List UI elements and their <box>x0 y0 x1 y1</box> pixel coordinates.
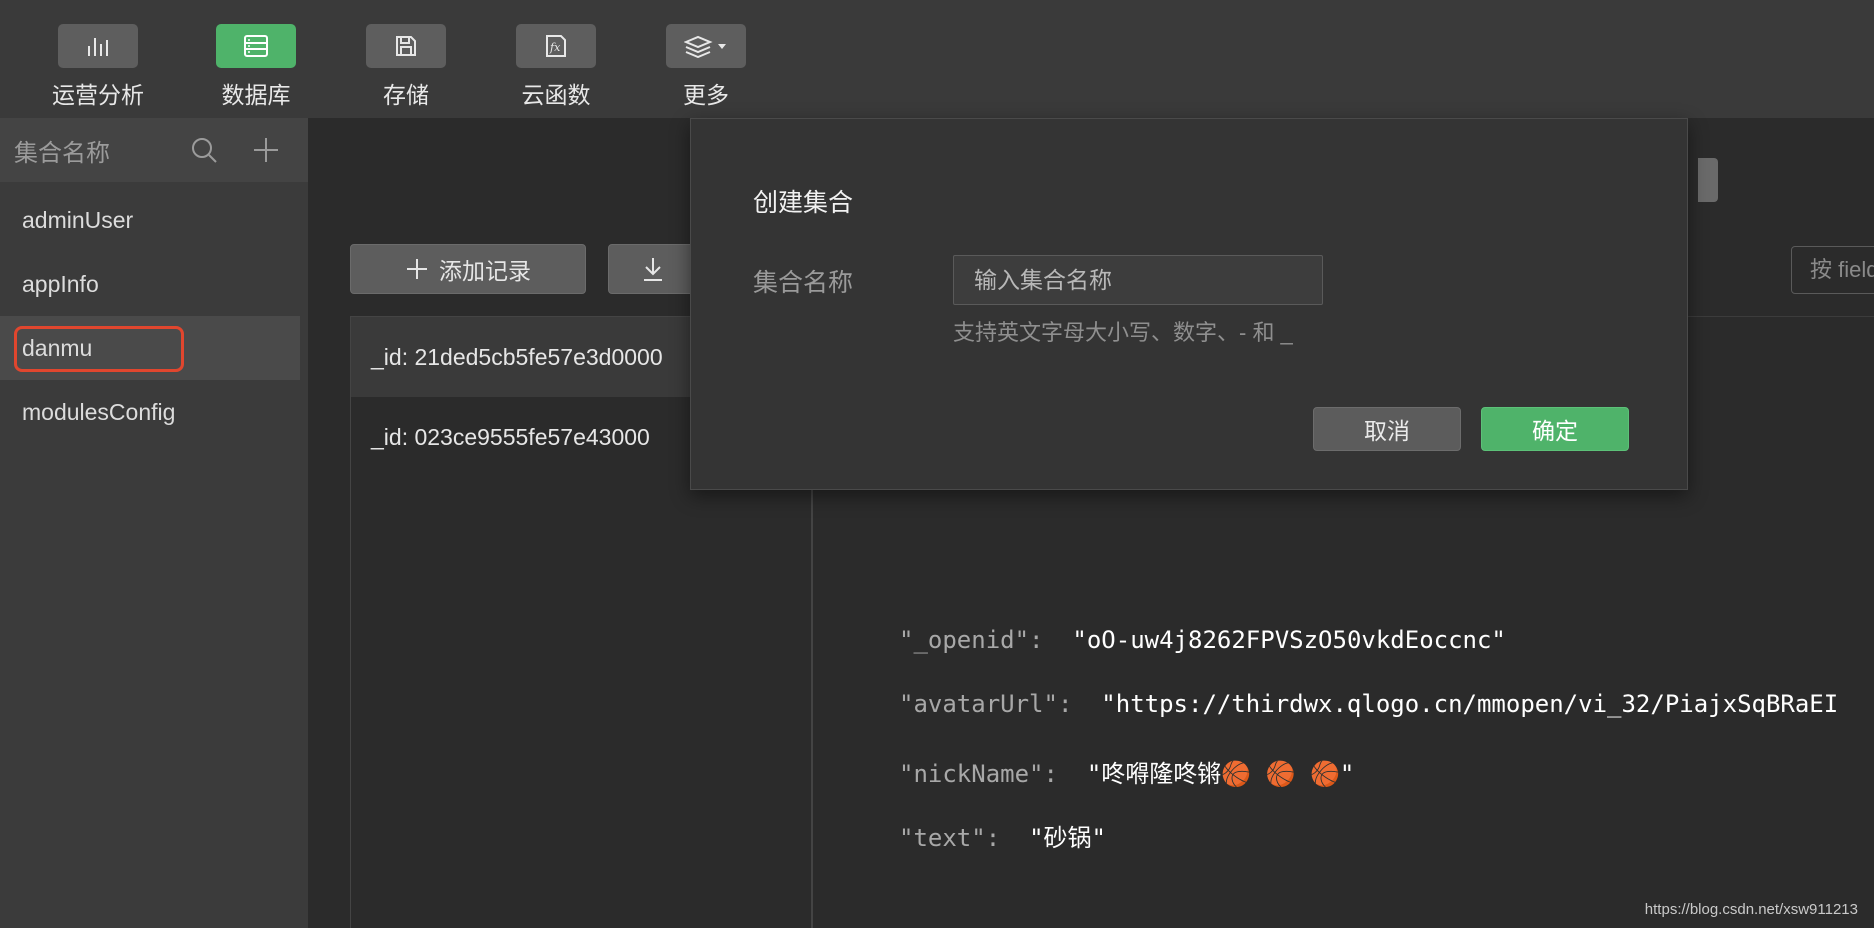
plus-icon <box>407 259 427 279</box>
bar-chart-icon <box>88 38 108 56</box>
json-key: "_openid": <box>899 626 1044 654</box>
sidebar-header: 集合名称 <box>0 118 308 182</box>
sidebar-item-adminuser[interactable]: adminUser <box>0 188 308 252</box>
watermark: https://blog.csdn.net/xsw911213 <box>1644 901 1858 918</box>
sidebar-item-label: adminUser <box>22 206 134 233</box>
top-toolbar: 运营分析 数据库 存储 fx 云函数 更多 <box>0 0 1874 118</box>
analytics-button[interactable] <box>58 24 138 68</box>
json-field-nickname: "nickName": "咚嘚隆咚锵🏀 🏀 🏀" <box>899 754 1354 789</box>
collection-name-input[interactable] <box>953 255 1323 305</box>
json-field-avatarurl: "avatarUrl": "https://thirdwx.qlogo.cn/m… <box>899 690 1838 718</box>
confirm-button[interactable]: 确定 <box>1481 407 1629 451</box>
sidebar-title: 集合名称 <box>14 139 110 167</box>
filter-placeholder: 按 field <box>1810 257 1874 282</box>
cancel-button[interactable]: 取消 <box>1313 407 1461 451</box>
toolbar-label: 更多 <box>683 82 729 108</box>
cloud-function-button[interactable]: fx <box>516 24 596 68</box>
sidebar-item-label: modulesConfig <box>22 398 176 425</box>
json-key: "avatarUrl": <box>899 690 1073 718</box>
cancel-label: 取消 <box>1364 418 1410 444</box>
search-icon[interactable] <box>190 136 218 164</box>
create-collection-dialog: 创建集合 集合名称 支持英文字母大小写、数字、- 和 _ 取消 确定 <box>690 118 1688 490</box>
sidebar-item-label: appInfo <box>22 270 99 297</box>
highlight-annotation <box>14 326 184 372</box>
json-value: "咚嘚隆咚锵🏀 🏀 🏀" <box>1086 760 1355 788</box>
add-record-label: 添加记录 <box>439 258 531 284</box>
function-fx-icon: fx <box>546 35 566 57</box>
input-hint: 支持英文字母大小写、数字、- 和 _ <box>953 320 1293 345</box>
toolbar-item-storage[interactable]: 存储 <box>356 24 456 110</box>
database-button[interactable] <box>216 24 296 68</box>
confirm-label: 确定 <box>1532 418 1578 444</box>
database-icon <box>244 35 268 57</box>
more-button[interactable] <box>666 24 746 68</box>
sidebar-item-appinfo[interactable]: appInfo <box>0 252 308 316</box>
toolbar-label: 运营分析 <box>52 82 144 108</box>
toolbar-label: 云函数 <box>521 82 591 108</box>
toolbar-item-more[interactable]: 更多 <box>656 24 756 110</box>
toolbar-item-analytics[interactable]: 运营分析 <box>48 24 148 110</box>
dialog-title: 创建集合 <box>753 189 854 217</box>
floppy-disk-icon <box>396 36 416 56</box>
filter-input[interactable]: 按 field <box>1791 246 1874 294</box>
json-field-openid: "_openid": "oO-uw4j8262FPVSzO50vkdEoccnc… <box>899 626 1506 654</box>
toolbar-label: 存储 <box>383 82 429 108</box>
json-value: "砂锅" <box>1029 824 1106 852</box>
toolbar-item-cloud-function[interactable]: fx 云函数 <box>506 24 606 110</box>
partial-button[interactable] <box>1698 158 1718 202</box>
json-key: "text": <box>899 824 1001 852</box>
record-id: _id: 023ce9555fe57e43000 <box>371 423 650 450</box>
json-value: "https://thirdwx.qlogo.cn/mmopen/vi_32/P… <box>1101 690 1839 718</box>
add-collection-icon[interactable] <box>252 136 280 164</box>
toolbar-item-database[interactable]: 数据库 <box>206 24 306 110</box>
json-value: "oO-uw4j8262FPVSzO50vkdEoccnc" <box>1072 626 1506 654</box>
json-key: "nickName": <box>899 760 1058 788</box>
import-button[interactable] <box>608 244 698 294</box>
download-icon <box>644 258 662 281</box>
sidebar-item-danmu[interactable]: danmu <box>0 316 300 380</box>
sidebar-item-modulesconfig[interactable]: modulesConfig <box>0 380 308 444</box>
collection-sidebar: 集合名称 adminUser appInfo danmu modulesConf… <box>0 118 308 928</box>
layers-icon <box>684 35 726 58</box>
record-id: _id: 21ded5cb5fe57e3d0000 <box>371 343 663 370</box>
json-field-text: "text": "砂锅" <box>899 818 1106 853</box>
toolbar-label: 数据库 <box>221 82 291 108</box>
storage-button[interactable] <box>366 24 446 68</box>
add-record-button[interactable]: 添加记录 <box>350 244 586 294</box>
collection-name-label: 集合名称 <box>753 269 854 297</box>
svg-text:fx: fx <box>549 41 561 54</box>
